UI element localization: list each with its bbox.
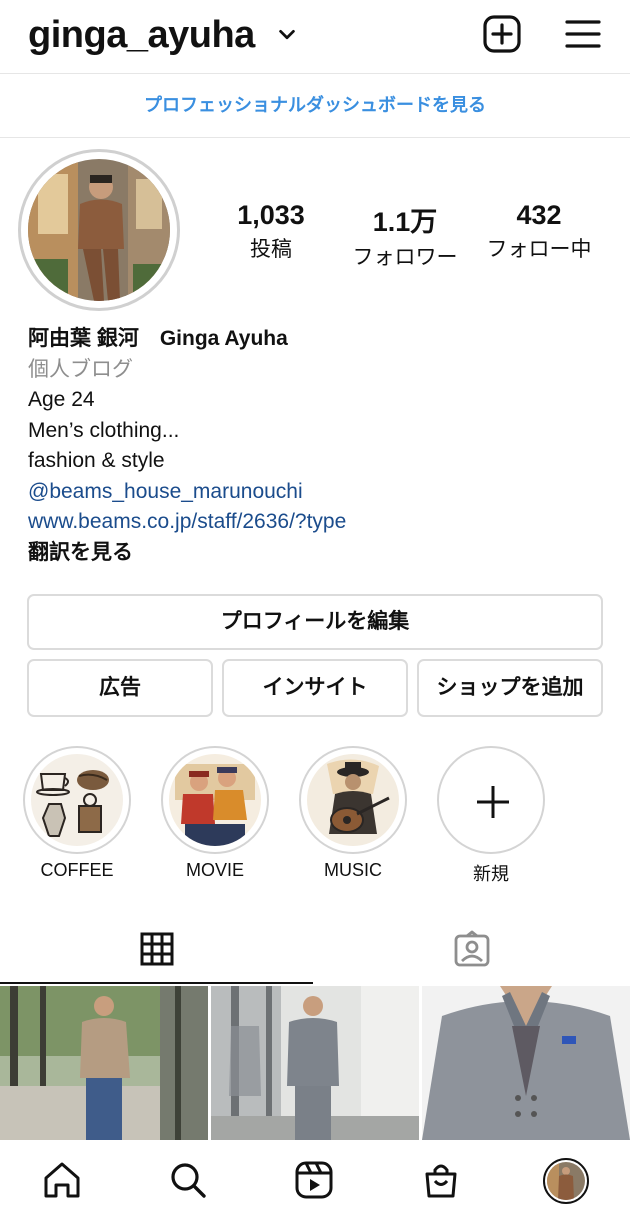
grid-icon[interactable]: [140, 932, 174, 966]
search-icon[interactable]: [168, 1160, 208, 1200]
music-illustration-icon: [307, 754, 399, 846]
profile-tab-avatar[interactable]: [543, 1158, 589, 1204]
highlight-new[interactable]: 新規: [437, 746, 545, 886]
followers-count: 1.1万: [372, 207, 438, 237]
post-thumbnail[interactable]: [211, 986, 419, 1140]
avatar[interactable]: [28, 159, 170, 301]
highlight-movie[interactable]: MOVIE: [161, 746, 269, 881]
chevron-down-icon[interactable]: [276, 24, 298, 46]
insights-button[interactable]: インサイト: [222, 659, 408, 717]
bottom-nav: [0, 1140, 630, 1223]
movie-illustration-icon: [169, 754, 261, 846]
post-thumbnail[interactable]: [422, 986, 630, 1140]
posts-label: 投稿: [250, 238, 292, 261]
highlight-label: COFFEE: [40, 860, 114, 880]
stat-following[interactable]: 432 フォロー中: [478, 200, 600, 263]
menu-icon[interactable]: [563, 14, 603, 54]
ads-button[interactable]: 広告: [27, 659, 213, 717]
stat-followers[interactable]: 1.1万 フォロワー: [340, 200, 470, 271]
home-icon[interactable]: [42, 1160, 82, 1200]
post-thumbnail[interactable]: [0, 986, 208, 1140]
username-title[interactable]: ginga_ayuha: [28, 14, 255, 57]
display-name: 阿由葉 銀河 Ginga Ayuha: [28, 327, 288, 350]
bio-line: fashion & style: [28, 449, 165, 472]
highlight-music[interactable]: MUSIC: [299, 746, 407, 881]
active-tab-indicator: [0, 982, 313, 984]
new-post-icon[interactable]: [482, 14, 522, 54]
edit-profile-button[interactable]: プロフィールを編集: [27, 594, 603, 650]
professional-dashboard-link[interactable]: プロフェッショナルダッシュボードを見る: [0, 74, 630, 138]
highlight-label: MOVIE: [185, 860, 244, 880]
see-translation-link[interactable]: 翻訳を見る: [28, 538, 346, 569]
website-link[interactable]: www.beams.co.jp/staff/2636/?type: [28, 507, 346, 538]
bio-line: Men’s clothing...: [28, 418, 180, 442]
highlight-label: MUSIC: [324, 860, 382, 880]
bio-line: Age 24: [28, 388, 95, 411]
profile-category: 個人ブログ: [28, 357, 133, 381]
coffee-illustration-icon: [31, 754, 123, 846]
top-bar: ginga_ayuha: [0, 0, 630, 74]
tagged-icon[interactable]: [453, 930, 491, 968]
highlight-label: 新規: [473, 864, 509, 884]
add-shop-button[interactable]: ショップを追加: [417, 659, 603, 717]
highlight-coffee[interactable]: COFFEE: [23, 746, 131, 881]
profile-tabs: [0, 918, 630, 984]
following-label: フォロー中: [486, 238, 592, 261]
following-count: 432: [516, 200, 562, 230]
reels-icon[interactable]: [294, 1160, 334, 1200]
profile-bio: 阿由葉 銀河 Ginga Ayuha 個人ブログ Age 24 Men’s cl…: [28, 324, 346, 568]
posts-count: 1,033: [237, 200, 305, 230]
shop-icon[interactable]: [421, 1160, 461, 1200]
plus-icon: [477, 786, 509, 818]
stat-posts[interactable]: 1,033 投稿: [222, 200, 320, 263]
mention-link[interactable]: @beams_house_marunouchi: [28, 477, 346, 508]
followers-label: フォロワー: [352, 246, 458, 269]
